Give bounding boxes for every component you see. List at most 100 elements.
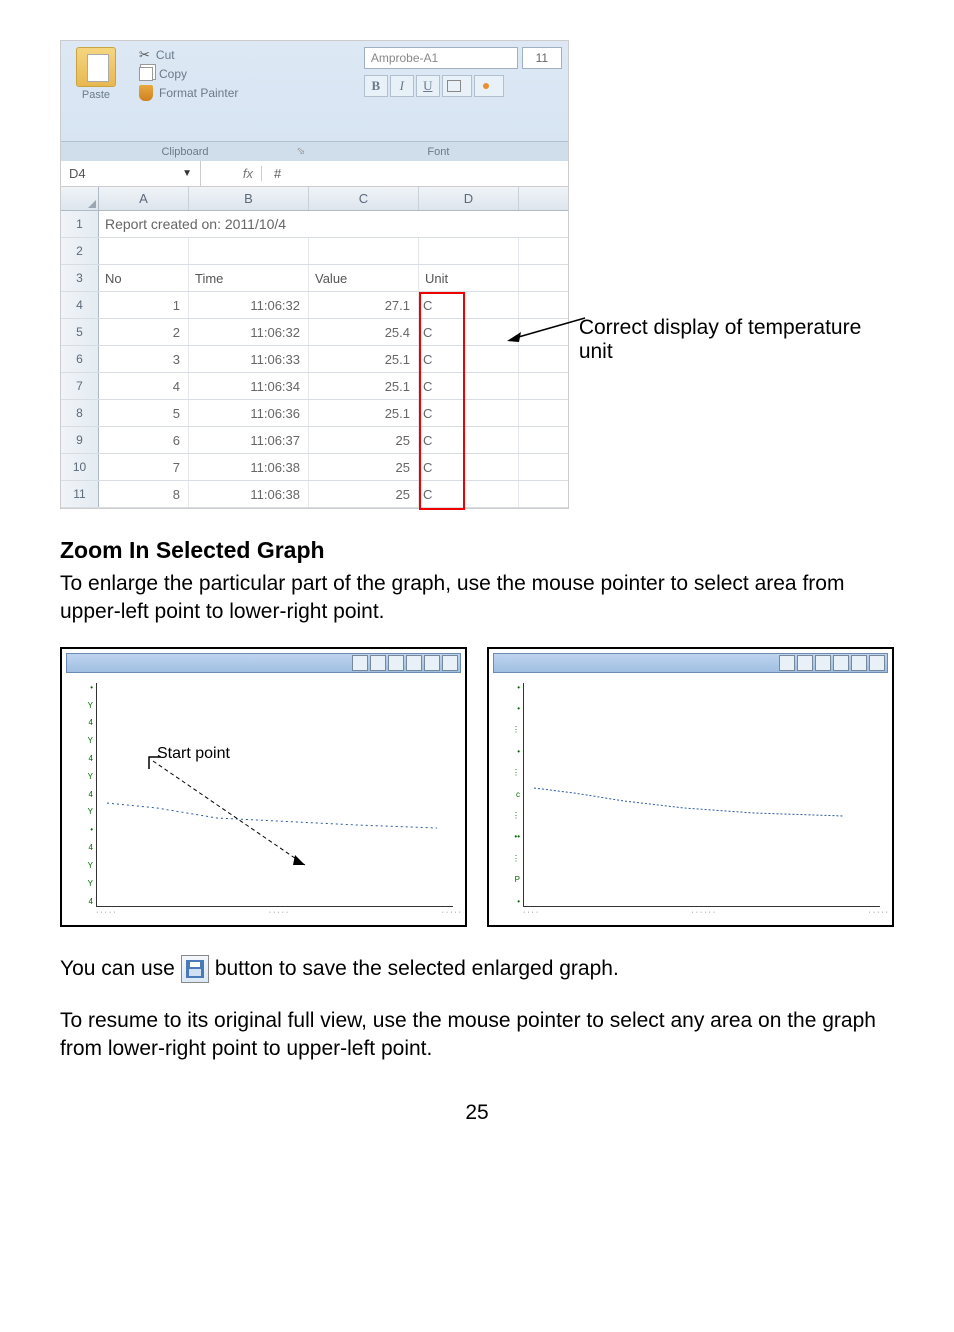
cell-value[interactable]: 25 — [309, 481, 419, 507]
cell-value[interactable]: 25 — [309, 427, 419, 453]
column-header-a[interactable]: A — [99, 187, 189, 210]
cell-no[interactable]: 6 — [99, 427, 189, 453]
copy-button[interactable]: Copy — [139, 67, 350, 81]
toolbar-icon[interactable] — [779, 655, 795, 671]
column-header-c[interactable]: C — [309, 187, 419, 210]
column-header-b[interactable]: B — [189, 187, 309, 210]
cell[interactable] — [99, 238, 189, 264]
paste-icon[interactable] — [76, 47, 116, 87]
cell-time[interactable]: 11:06:32 — [189, 292, 309, 318]
data-row: 8511:06:3625.1C — [61, 400, 568, 427]
cell-unit[interactable]: C — [419, 346, 519, 372]
cell-time[interactable]: 11:06:38 — [189, 454, 309, 480]
cell-value[interactable]: 25.4 — [309, 319, 419, 345]
row-header[interactable]: 3 — [61, 265, 99, 291]
cell-value[interactable]: 25 — [309, 454, 419, 480]
zoomed-data-line — [524, 683, 880, 906]
toolbar-icon[interactable] — [388, 655, 404, 671]
cut-label: Cut — [156, 48, 175, 62]
underline-button[interactable]: U — [416, 75, 440, 97]
toolbar-icon[interactable] — [352, 655, 368, 671]
cell-time[interactable]: 11:06:34 — [189, 373, 309, 399]
row-header[interactable]: 1 — [61, 211, 99, 237]
column-header-d[interactable]: D — [419, 187, 519, 210]
cell-no[interactable]: 4 — [99, 373, 189, 399]
formula-bar-value[interactable]: # — [261, 166, 281, 181]
header-time[interactable]: Time — [189, 265, 309, 291]
cell-time[interactable]: 11:06:36 — [189, 400, 309, 426]
plot-area[interactable]: •Y4Y4Y4Y•4YY4 Start point — [96, 683, 453, 907]
toolbar-icon[interactable] — [815, 655, 831, 671]
toolbar-icon[interactable] — [406, 655, 422, 671]
data-row: 6311:06:3325.1C — [61, 346, 568, 373]
toolbar-icon[interactable] — [442, 655, 458, 671]
toolbar-icon[interactable] — [424, 655, 440, 671]
copy-icon — [139, 67, 153, 81]
cell-time[interactable]: 11:06:37 — [189, 427, 309, 453]
select-all-corner[interactable] — [61, 187, 99, 210]
row-header[interactable]: 6 — [61, 346, 99, 372]
cut-button[interactable]: Cut — [139, 47, 350, 63]
plot-area-zoomed[interactable]: ••⋮•⋮c⋮••⋮P• — [523, 683, 880, 907]
ribbon-group-labels: Clipboard⬂ Font — [61, 141, 568, 161]
row-header[interactable]: 11 — [61, 481, 99, 507]
row-2: 2 — [61, 238, 568, 265]
row-header[interactable]: 5 — [61, 319, 99, 345]
cell-no[interactable]: 5 — [99, 400, 189, 426]
fill-color-button[interactable] — [474, 75, 504, 97]
cell-no[interactable]: 8 — [99, 481, 189, 507]
borders-button[interactable] — [442, 75, 472, 97]
toolbar-icon[interactable] — [797, 655, 813, 671]
cell-unit[interactable]: C — [419, 373, 519, 399]
name-box-dropdown-icon[interactable]: ▼ — [182, 168, 192, 179]
cell[interactable] — [189, 238, 309, 264]
cell-no[interactable]: 7 — [99, 454, 189, 480]
format-painter-label: Format Painter — [159, 86, 238, 100]
font-size-select[interactable]: 11 — [522, 47, 562, 69]
cell-unit[interactable]: C — [419, 292, 519, 318]
name-box[interactable]: D4 ▼ — [61, 161, 201, 186]
toolbar-icon[interactable] — [833, 655, 849, 671]
format-painter-button[interactable]: Format Painter — [139, 85, 350, 101]
cell[interactable] — [309, 238, 419, 264]
cell-unit[interactable]: C — [419, 319, 519, 345]
row-header[interactable]: 10 — [61, 454, 99, 480]
row-header[interactable]: 8 — [61, 400, 99, 426]
cell-no[interactable]: 3 — [99, 346, 189, 372]
cell-value[interactable]: 25.1 — [309, 400, 419, 426]
name-box-value: D4 — [69, 166, 86, 181]
cell-unit[interactable]: C — [419, 454, 519, 480]
clipboard-expand-icon[interactable]: ⬂ — [297, 146, 305, 157]
header-value[interactable]: Value — [309, 265, 419, 291]
cell-no[interactable]: 1 — [99, 292, 189, 318]
italic-button[interactable]: I — [390, 75, 414, 97]
toolbar-icon[interactable] — [851, 655, 867, 671]
cell-unit[interactable]: C — [419, 400, 519, 426]
cell-value[interactable]: 25.1 — [309, 346, 419, 372]
cell-unit[interactable]: C — [419, 427, 519, 453]
toolbar-icon[interactable] — [370, 655, 386, 671]
row-header[interactable]: 7 — [61, 373, 99, 399]
graph-after-zoom: ••⋮•⋮c⋮••⋮P• · · · ·· · · · · ·· · · · · — [487, 647, 894, 927]
toolbar-icon[interactable] — [869, 655, 885, 671]
x-axis-area: · · · ·· · · · · ·· · · · · — [523, 909, 888, 927]
ribbon: Paste Cut Copy Format Painter Amprobe-A1… — [61, 41, 568, 141]
row-header[interactable]: 4 — [61, 292, 99, 318]
save-button[interactable] — [181, 955, 209, 983]
cell-time[interactable]: 11:06:32 — [189, 319, 309, 345]
cell[interactable] — [419, 238, 519, 264]
cell-time[interactable]: 11:06:33 — [189, 346, 309, 372]
cell-no[interactable]: 2 — [99, 319, 189, 345]
bold-button[interactable]: B — [364, 75, 388, 97]
row-header[interactable]: 2 — [61, 238, 99, 264]
cell-value[interactable]: 27.1 — [309, 292, 419, 318]
cell-value[interactable]: 25.1 — [309, 373, 419, 399]
header-unit[interactable]: Unit — [419, 265, 519, 291]
callout-text: Correct display of temperature unit — [579, 316, 894, 364]
font-name-select[interactable]: Amprobe-A1 — [364, 47, 518, 69]
cell-unit[interactable]: C — [419, 481, 519, 507]
row-header[interactable]: 9 — [61, 427, 99, 453]
cell-time[interactable]: 11:06:38 — [189, 481, 309, 507]
report-title-cell[interactable]: Report created on: 2011/10/4 — [99, 211, 419, 237]
header-no[interactable]: No — [99, 265, 189, 291]
